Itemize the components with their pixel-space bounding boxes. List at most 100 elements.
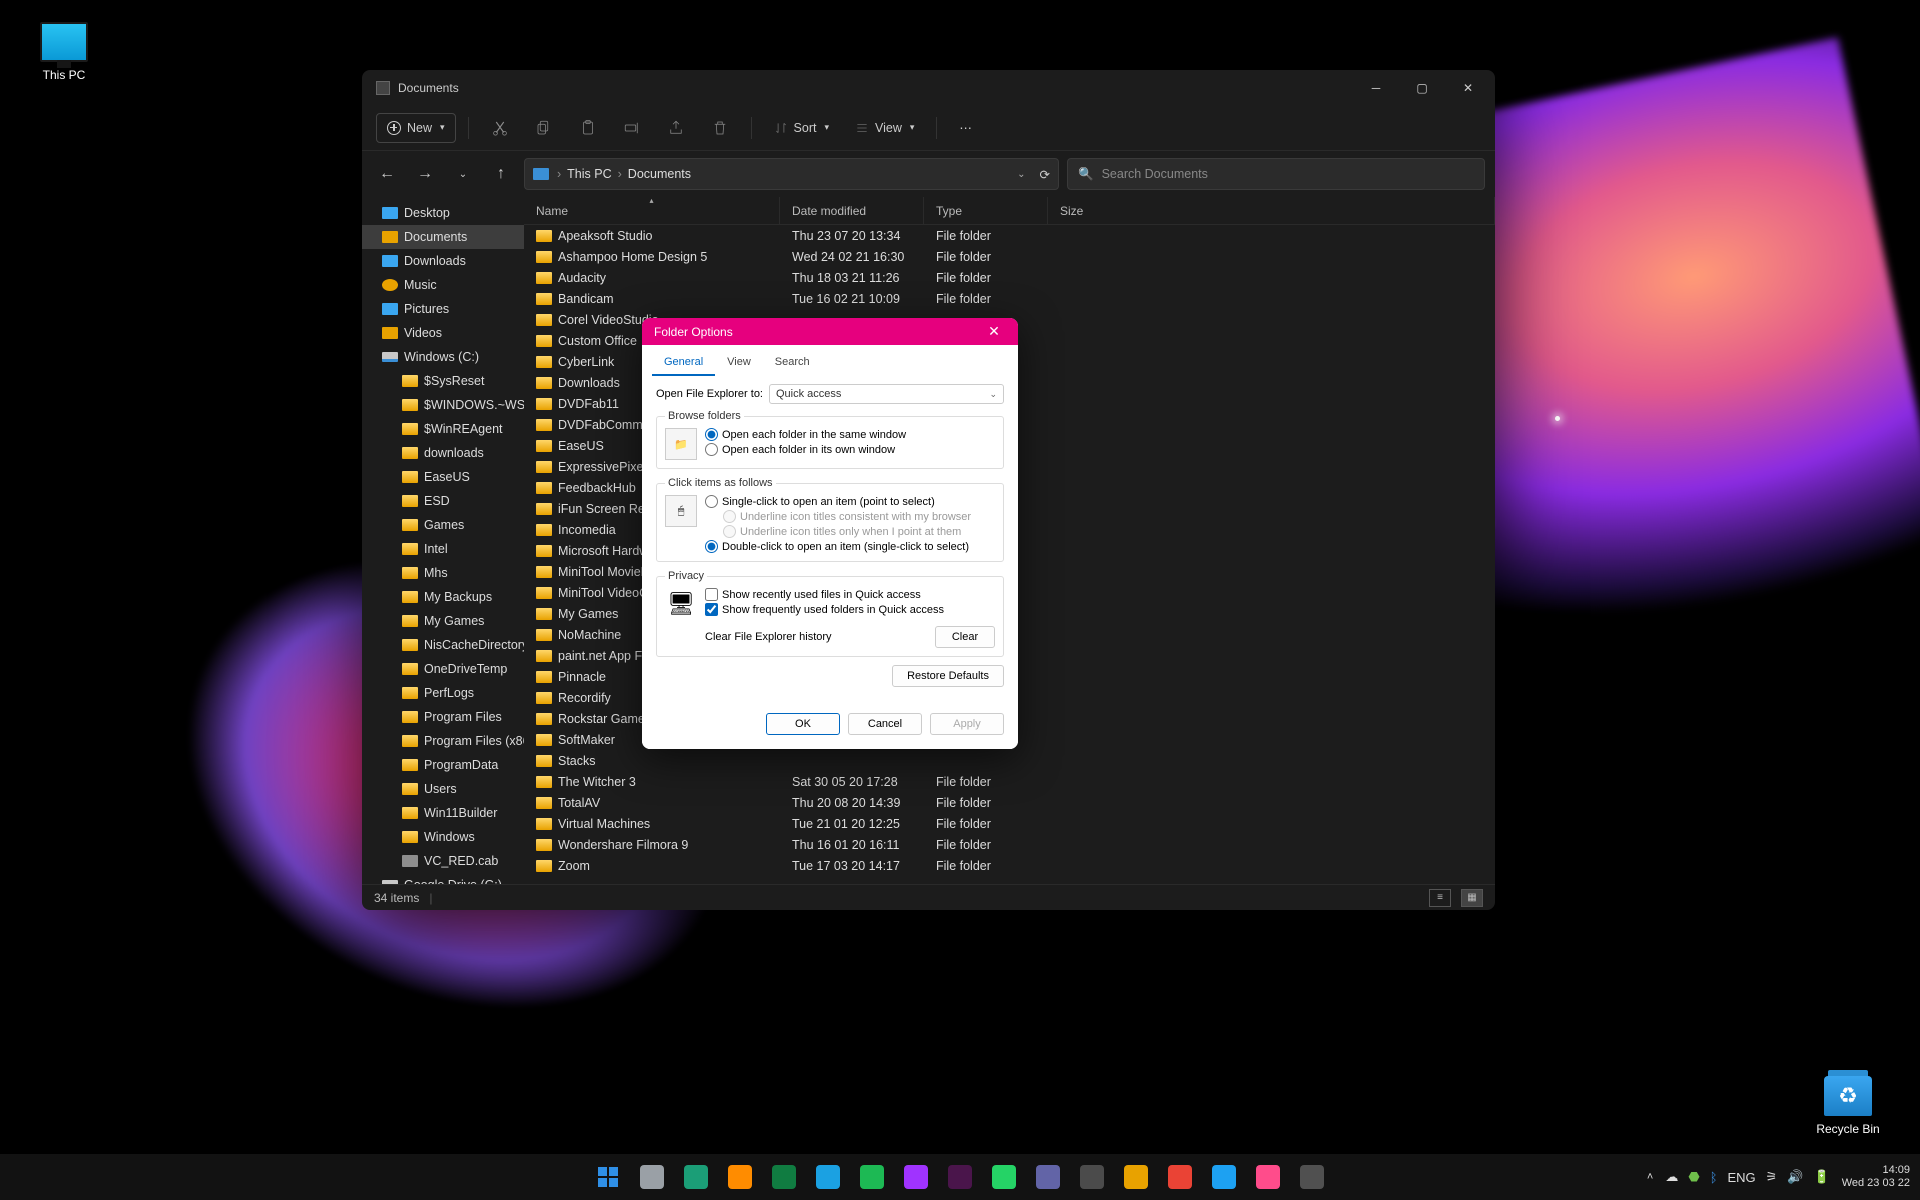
- sidebar-item[interactable]: Program Files (x86): [362, 729, 524, 753]
- col-name[interactable]: ▴Name: [524, 197, 780, 224]
- sidebar-item[interactable]: Windows: [362, 825, 524, 849]
- taskbar-slack[interactable]: [941, 1158, 979, 1196]
- column-headers[interactable]: ▴Name Date modified Type Size: [524, 197, 1495, 225]
- forward-button[interactable]: →: [410, 159, 440, 189]
- sidebar-item[interactable]: Program Files: [362, 705, 524, 729]
- sidebar-item[interactable]: NisCacheDirectory: [362, 633, 524, 657]
- sidebar-item[interactable]: My Games: [362, 609, 524, 633]
- maximize-button[interactable]: ▢: [1399, 70, 1445, 105]
- taskbar-vlc[interactable]: [721, 1158, 759, 1196]
- taskbar-snip[interactable]: [1073, 1158, 1111, 1196]
- cut-button[interactable]: [481, 113, 519, 143]
- file-row[interactable]: TotalAVThu 20 08 20 14:39File folder: [524, 792, 1495, 813]
- col-size[interactable]: Size: [1048, 197, 1495, 224]
- radio-double-click[interactable]: Double-click to open an item (single-cli…: [705, 540, 995, 553]
- sidebar-item[interactable]: Google Drive (G:): [362, 873, 524, 884]
- breadcrumb-folder[interactable]: Documents: [628, 167, 691, 181]
- tab-search[interactable]: Search: [763, 351, 822, 376]
- sidebar-item[interactable]: Intel: [362, 537, 524, 561]
- sidebar-item[interactable]: Win11Builder: [362, 801, 524, 825]
- file-row[interactable]: BandicamTue 16 02 21 10:09File folder: [524, 288, 1495, 309]
- view-button[interactable]: View▾: [845, 113, 924, 143]
- search-input[interactable]: 🔍 Search Documents: [1067, 158, 1485, 190]
- taskbar-copilot[interactable]: [809, 1158, 847, 1196]
- apply-button[interactable]: Apply: [930, 713, 1004, 735]
- col-date[interactable]: Date modified: [780, 197, 924, 224]
- taskbar-spotify[interactable]: [853, 1158, 891, 1196]
- sidebar[interactable]: DesktopDocumentsDownloadsMusicPicturesVi…: [362, 197, 524, 884]
- open-to-select[interactable]: Quick access⌄: [769, 384, 1004, 404]
- ok-button[interactable]: OK: [766, 713, 840, 735]
- titlebar[interactable]: Documents ─ ▢ ✕: [362, 70, 1495, 105]
- tray-chevron-icon[interactable]: ˄: [1647, 1171, 1653, 1183]
- taskbar-chrome[interactable]: [1161, 1158, 1199, 1196]
- file-row[interactable]: Ashampoo Home Design 5Wed 24 02 21 16:30…: [524, 246, 1495, 267]
- sidebar-item[interactable]: Music: [362, 273, 524, 297]
- sidebar-item[interactable]: $WinREAgent: [362, 417, 524, 441]
- sidebar-item[interactable]: Mhs: [362, 561, 524, 585]
- taskbar-whatsapp[interactable]: [985, 1158, 1023, 1196]
- taskbar-grid[interactable]: [1249, 1158, 1287, 1196]
- file-row[interactable]: Apeaksoft StudioThu 23 07 20 13:34File f…: [524, 225, 1495, 246]
- sidebar-item[interactable]: VC_RED.cab: [362, 849, 524, 873]
- recent-button[interactable]: ⌄: [448, 159, 478, 189]
- file-row[interactable]: Wondershare Filmora 9Thu 16 01 20 16:11F…: [524, 834, 1495, 855]
- col-type[interactable]: Type: [924, 197, 1048, 224]
- file-row[interactable]: The Witcher 3Sat 30 05 20 17:28File fold…: [524, 771, 1495, 792]
- sidebar-item[interactable]: ESD: [362, 489, 524, 513]
- taskbar-start[interactable]: [589, 1158, 627, 1196]
- more-button[interactable]: ⋯: [949, 113, 982, 143]
- minimize-button[interactable]: ─: [1353, 70, 1399, 105]
- clock[interactable]: 14:09 Wed 23 03 22: [1842, 1164, 1910, 1190]
- refresh-icon[interactable]: ⟳: [1040, 167, 1050, 182]
- rename-button[interactable]: [613, 113, 651, 143]
- check-recent-files[interactable]: Show recently used files in Quick access: [705, 588, 995, 601]
- share-button[interactable]: [657, 113, 695, 143]
- file-row[interactable]: Stacks: [524, 750, 1495, 771]
- taskbar-settings[interactable]: [633, 1158, 671, 1196]
- radio-single-click[interactable]: Single-click to open an item (point to s…: [705, 495, 995, 508]
- taskbar-tray[interactable]: ˄ ☁ ⬣ ᛒ ENG ⚞ 🔊 🔋 14:09 Wed 23 03 22: [1647, 1164, 1910, 1190]
- sidebar-item[interactable]: Videos: [362, 321, 524, 345]
- sidebar-item[interactable]: Documents: [362, 225, 524, 249]
- sidebar-item[interactable]: $WINDOWS.~WS: [362, 393, 524, 417]
- taskbar-explorer[interactable]: [1117, 1158, 1155, 1196]
- desktop-icon-recyclebin[interactable]: ♻ Recycle Bin: [1800, 1076, 1896, 1136]
- sidebar-item[interactable]: $SysReset: [362, 369, 524, 393]
- details-view-button[interactable]: ≡: [1429, 889, 1451, 907]
- taskbar-excel[interactable]: [765, 1158, 803, 1196]
- desktop-icon-thispc[interactable]: This PC: [16, 22, 112, 82]
- tab-view[interactable]: View: [715, 351, 763, 376]
- sort-button[interactable]: Sort▾: [764, 113, 839, 143]
- dialog-titlebar[interactable]: Folder Options ✕: [642, 318, 1018, 345]
- wifi-icon[interactable]: ⚞: [1766, 1169, 1778, 1185]
- language-indicator[interactable]: ENG: [1728, 1170, 1756, 1185]
- restore-defaults-button[interactable]: Restore Defaults: [892, 665, 1004, 687]
- taskbar-messenger[interactable]: [897, 1158, 935, 1196]
- sidebar-item[interactable]: Users: [362, 777, 524, 801]
- sidebar-item[interactable]: Pictures: [362, 297, 524, 321]
- sidebar-item[interactable]: Desktop: [362, 201, 524, 225]
- icons-view-button[interactable]: ▦: [1461, 889, 1483, 907]
- radio-same-window[interactable]: Open each folder in the same window: [705, 428, 995, 441]
- file-row[interactable]: ZoomTue 17 03 20 14:17File folder: [524, 855, 1495, 876]
- sidebar-item[interactable]: Games: [362, 513, 524, 537]
- taskbar-twitter[interactable]: [1205, 1158, 1243, 1196]
- bluetooth-icon[interactable]: ᛒ: [1710, 1170, 1718, 1185]
- volume-icon[interactable]: 🔊: [1787, 1169, 1803, 1185]
- paste-button[interactable]: [569, 113, 607, 143]
- close-button[interactable]: ✕: [1445, 70, 1491, 105]
- chevron-down-icon[interactable]: ⌄: [1017, 169, 1025, 180]
- tab-general[interactable]: General: [652, 351, 715, 376]
- new-button[interactable]: New ▾: [376, 113, 456, 143]
- radio-own-window[interactable]: Open each folder in its own window: [705, 443, 995, 456]
- sidebar-item[interactable]: downloads: [362, 441, 524, 465]
- sidebar-item[interactable]: OneDriveTemp: [362, 657, 524, 681]
- copy-button[interactable]: [525, 113, 563, 143]
- delete-button[interactable]: [701, 113, 739, 143]
- battery-icon[interactable]: 🔋: [1814, 1169, 1830, 1185]
- sidebar-item[interactable]: Windows (C:): [362, 345, 524, 369]
- onedrive-icon[interactable]: ☁: [1665, 1169, 1678, 1185]
- address-bar[interactable]: › This PC › Documents ⌄ ⟳: [524, 158, 1059, 190]
- taskbar-calendar[interactable]: [1293, 1158, 1331, 1196]
